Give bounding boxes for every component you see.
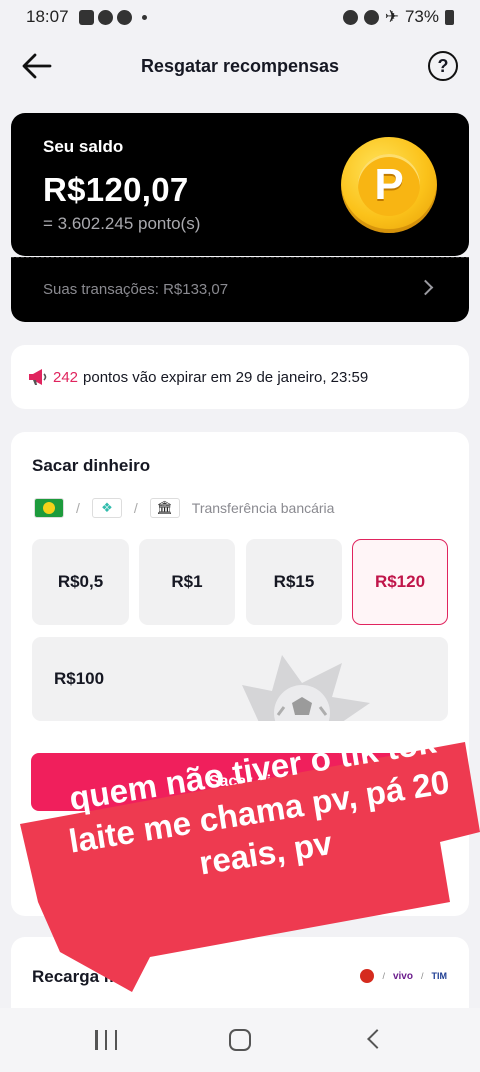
soccer-ball-icon <box>242 655 370 721</box>
brazil-flag-icon <box>34 498 64 518</box>
coin-icon: P <box>341 137 437 233</box>
method-separator: / <box>76 500 80 516</box>
operator-separator: / <box>420 971 424 981</box>
amount-option-label: R$15 <box>273 572 315 591</box>
transactions-label: Suas transações: R$133,07 <box>43 281 229 298</box>
points-expire-notice: 242 pontos vão expirar em 29 de janeiro,… <box>11 345 469 409</box>
claro-logo-icon <box>360 969 375 983</box>
app-header: Resgatar recompensas ? <box>0 34 480 98</box>
cashout-button[interactable]: Sacar di <box>31 753 449 811</box>
balance-amount: R$120,07 <box>43 171 189 208</box>
coin-letter: P <box>358 154 420 216</box>
chevron-right-icon <box>417 279 434 296</box>
status-time: 18:07 <box>26 7 69 26</box>
nav-back-icon[interactable] <box>367 1029 387 1049</box>
status-right: ✈ 73% <box>342 7 454 27</box>
expire-text: pontos vão expirar em 29 de janeiro, 23:… <box>83 368 369 386</box>
balance-label: Seu saldo <box>43 137 124 156</box>
balance-card: Seu saldo R$120,07 = 3.602.245 ponto(s) … <box>11 113 469 256</box>
payment-methods: / ❖ / 🏛 Transferência bancária <box>34 498 334 518</box>
airplane-icon: ✈ <box>384 7 399 26</box>
amount-option[interactable]: R$0,5 <box>32 539 129 625</box>
expire-points-count: 242 <box>53 368 79 386</box>
whatsapp-icon <box>116 9 132 25</box>
amount-option-label: R$1 <box>171 572 203 591</box>
wifi-icon <box>363 9 379 25</box>
megaphone-icon <box>29 369 47 385</box>
operator-logos: / vivo / TIM <box>360 969 447 983</box>
page-title: Resgatar recompensas <box>140 55 340 76</box>
amount-option[interactable]: R$100 <box>32 637 448 721</box>
more-notifications-icon <box>141 14 147 20</box>
battery-percent: 73% <box>404 7 439 26</box>
recents-icon[interactable] <box>95 1030 117 1050</box>
amount-option-label: R$120 <box>374 572 426 591</box>
back-arrow-icon[interactable] <box>20 50 54 82</box>
bank-transfer-label: Transferência bancária <box>191 500 335 516</box>
amount-option[interactable]: R$15 <box>246 539 342 625</box>
status-bar: 18:07 ✈ 73% <box>0 0 480 34</box>
transactions-row[interactable]: Suas transações: R$133,07 <box>11 257 469 322</box>
cashout-button-label: Sacar di <box>208 773 272 790</box>
gallery-icon <box>78 9 94 25</box>
facebook-icon <box>97 9 113 25</box>
help-icon[interactable]: ? <box>428 51 458 81</box>
cashout-title: Sacar dinheiro <box>32 456 151 475</box>
vivo-logo: vivo <box>392 970 413 982</box>
amount-option[interactable]: R$1 <box>139 539 235 625</box>
system-nav-bar <box>0 1008 480 1072</box>
alarm-icon <box>342 9 358 25</box>
tim-logo: TIM <box>431 971 448 981</box>
bank-icon: 🏛 <box>149 498 180 518</box>
balance-points: = 3.602.245 ponto(s) <box>43 214 201 233</box>
amount-option-label: R$100 <box>54 669 105 688</box>
battery-icon <box>445 9 454 25</box>
notification-icons <box>78 9 147 25</box>
operator-separator: / <box>382 971 385 981</box>
recharge-title: Recarga m <box>32 967 119 986</box>
method-separator: / <box>133 500 138 516</box>
home-icon[interactable] <box>229 1029 251 1051</box>
amount-option-label: R$0,5 <box>57 572 104 591</box>
amount-option-selected[interactable]: R$120 <box>352 539 448 625</box>
pix-icon: ❖ <box>91 498 122 518</box>
cashout-card: Sacar dinheiro / ❖ / 🏛 Transferência ban… <box>11 432 469 916</box>
